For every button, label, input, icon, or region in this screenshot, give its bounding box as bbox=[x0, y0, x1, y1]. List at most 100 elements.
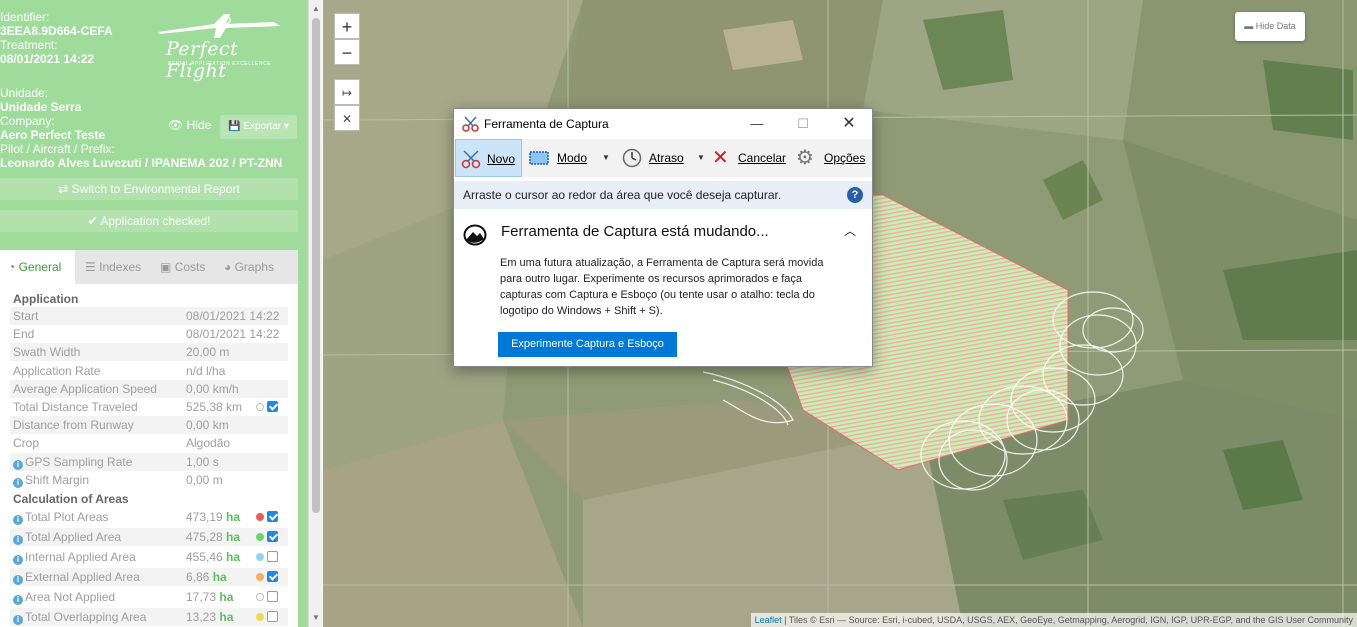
row-value: 0,00 km bbox=[186, 418, 229, 433]
caret-down-icon: ▾ bbox=[283, 121, 289, 132]
checked-label: Application checked! bbox=[100, 214, 211, 228]
layer-checkbox[interactable] bbox=[267, 511, 278, 522]
legend-dot bbox=[256, 403, 264, 411]
export-dropdown[interactable]: 💾 Exportar ▾ bbox=[220, 115, 297, 139]
application-row: Crop Algodão bbox=[10, 434, 288, 452]
info-icon[interactable]: i bbox=[13, 459, 23, 470]
scrollbar-thumb[interactable] bbox=[312, 18, 320, 513]
export-label: Exportar bbox=[243, 121, 282, 132]
row-label: i Total Applied Area bbox=[13, 528, 121, 546]
close-icon[interactable]: ✕ bbox=[334, 105, 360, 131]
leaflet-link[interactable]: Leaflet bbox=[755, 615, 782, 625]
tab-costs[interactable]: ▣ Costs bbox=[152, 250, 213, 284]
row-value-unit: ha bbox=[212, 570, 227, 584]
check-icon: ✔ bbox=[87, 214, 98, 228]
row-value: 1,00 s bbox=[186, 454, 219, 469]
mode-label: Modo bbox=[557, 151, 588, 165]
info-icon[interactable]: i bbox=[13, 555, 23, 565]
tab-graphs-label: Graphs bbox=[234, 260, 274, 274]
zoom-in-button[interactable]: + bbox=[334, 13, 360, 39]
cancel-x-icon: ✕ bbox=[712, 147, 729, 169]
clock-icon bbox=[622, 148, 642, 168]
options-button[interactable]: ⚙ Opções bbox=[796, 139, 868, 177]
application-row: Application Rate n/d l/ha bbox=[10, 362, 288, 380]
row-label: Swath Width bbox=[13, 343, 80, 361]
info-icon[interactable]: i bbox=[13, 515, 23, 525]
tab-indexes-label: Indexes bbox=[99, 260, 142, 274]
collapse-chevron-icon[interactable]: ︿ bbox=[844, 222, 856, 239]
treatment-label: Treatment: bbox=[0, 38, 58, 52]
mode-button[interactable]: Modo ▼ bbox=[529, 139, 619, 177]
minimize-button[interactable]: — bbox=[734, 109, 780, 139]
info-icon[interactable]: i bbox=[13, 575, 23, 585]
maximize-button[interactable]: ☐ bbox=[780, 109, 826, 139]
legend-dot bbox=[256, 613, 264, 621]
scroll-down-icon[interactable]: ▼ bbox=[311, 613, 321, 623]
hide-button[interactable]: 👁 Hide bbox=[168, 118, 211, 132]
row-value-unit: ha bbox=[226, 550, 241, 564]
close-window-button[interactable]: ✕ bbox=[826, 109, 872, 139]
info-icon[interactable]: i bbox=[13, 477, 23, 488]
layer-checkbox[interactable] bbox=[267, 401, 278, 412]
legend-dot bbox=[256, 533, 264, 541]
sidebar-scrollbar[interactable]: ▲ ▼ bbox=[308, 0, 322, 627]
info-icon[interactable]: i bbox=[13, 595, 23, 605]
identifier-block: Identifier: 3EEA8.9D664-CEFA Treatment: … bbox=[0, 10, 113, 66]
row-label: i Total Overlapping Area bbox=[13, 608, 146, 626]
delay-button[interactable]: Atraso ▼ bbox=[622, 139, 708, 177]
new-snip-button[interactable]: Novo bbox=[455, 139, 522, 177]
gear-icon: ⚙ bbox=[796, 147, 814, 169]
row-label-text: Internal Applied Area bbox=[25, 550, 136, 564]
info-icon[interactable]: i bbox=[13, 535, 23, 545]
pilot-label: Pilot / Aircraft / Prefix: bbox=[0, 142, 115, 156]
tab-general[interactable]: ◔ General bbox=[0, 250, 75, 284]
tab-graphs[interactable]: ◕ Graphs bbox=[216, 250, 282, 284]
tab-indexes[interactable]: ☰ Indexes bbox=[77, 250, 149, 284]
save-icon: 💾 bbox=[228, 121, 241, 132]
row-label-text: Total Distance Traveled bbox=[13, 400, 138, 414]
identifier-value: 3EEA8.9D664-CEFA bbox=[0, 24, 113, 38]
row-label: Crop bbox=[13, 434, 39, 452]
row-label-text: Application Rate bbox=[13, 363, 101, 378]
hide-data-button[interactable]: ▬ Hide Data bbox=[1235, 12, 1305, 41]
row-value: 08/01/2021 14:22 bbox=[186, 327, 280, 342]
switch-report-button[interactable]: ⇄ Switch to Environmental Report bbox=[0, 178, 298, 200]
layer-checkbox[interactable] bbox=[267, 571, 278, 582]
caret-down-icon[interactable]: ▼ bbox=[602, 139, 610, 177]
layer-checkbox[interactable] bbox=[267, 531, 278, 542]
zoom-out-button[interactable]: − bbox=[334, 39, 360, 65]
layer-checkbox[interactable] bbox=[267, 611, 278, 622]
application-checked-button[interactable]: ✔ Application checked! bbox=[0, 210, 298, 232]
scroll-up-icon[interactable]: ▲ bbox=[311, 4, 321, 14]
help-icon[interactable]: ? bbox=[847, 187, 863, 203]
row-label-text: Area Not Applied bbox=[25, 590, 116, 604]
hint-text: Arraste o cursor ao redor da área que vo… bbox=[463, 188, 782, 202]
application-row: Total Distance Traveled 525,38 km bbox=[10, 398, 288, 416]
list-icon: ☰ bbox=[85, 260, 96, 274]
caret-down-icon[interactable]: ▼ bbox=[697, 139, 705, 177]
row-value-unit: ha bbox=[219, 610, 234, 624]
layer-checkbox[interactable] bbox=[267, 591, 278, 602]
row-value: 08/01/2021 14:22 bbox=[186, 309, 280, 323]
eye-icon: 👁 bbox=[168, 118, 184, 132]
layer-checkbox[interactable] bbox=[267, 551, 278, 562]
window-titlebar[interactable]: Ferramenta de Captura — ☐ ✕ bbox=[454, 109, 872, 139]
row-label: i Shift Margin bbox=[13, 471, 89, 489]
row-label: Application Rate bbox=[13, 362, 100, 380]
row-value-unit: ha bbox=[226, 510, 241, 524]
try-snip-sketch-button[interactable]: Experimente Captura e Esboço bbox=[498, 332, 677, 357]
row-value-number: 6,86 bbox=[186, 570, 210, 584]
cancel-button[interactable]: ✕ Cancelar bbox=[712, 139, 788, 177]
rectangle-mode-icon bbox=[529, 151, 549, 165]
notice-body: Em uma futura atualização, a Ferramenta … bbox=[500, 257, 824, 317]
treatment-value: 08/01/2021 14:22 bbox=[0, 52, 95, 66]
application-row: i Shift Margin 0,00 m bbox=[10, 471, 288, 489]
info-icon[interactable]: i bbox=[13, 615, 23, 625]
row-value: 0,00 km/h bbox=[186, 381, 239, 396]
row-value-unit: ha bbox=[219, 590, 234, 604]
fit-bounds-icon[interactable]: ↦ bbox=[334, 79, 360, 105]
tab-general-label: General bbox=[18, 260, 62, 274]
section-application: Application bbox=[13, 292, 79, 306]
row-value: 6,86 ha bbox=[186, 568, 227, 586]
area-row: i Internal Applied Area 455,46 ha bbox=[10, 548, 288, 566]
